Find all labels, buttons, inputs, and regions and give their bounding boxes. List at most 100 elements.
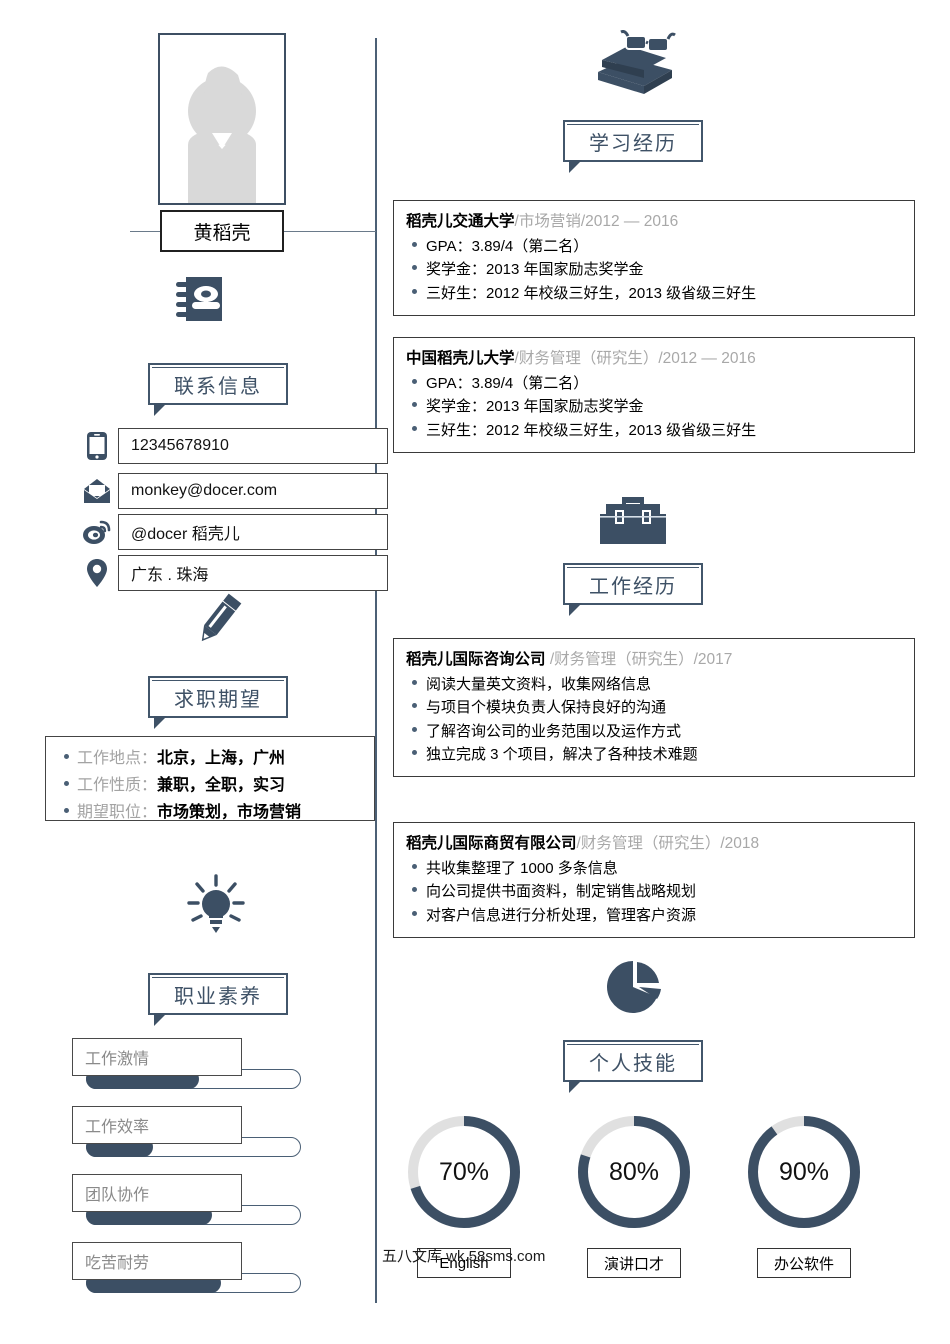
expectation-item: 工作性质： 兼职，全职，实习 — [64, 771, 374, 795]
skill-percent: 70% — [438, 1157, 490, 1186]
work-bullet: 与项目个模块负责人保持良好的沟通 — [406, 696, 902, 719]
bullet-dot — [412, 242, 417, 247]
education-bullet: GPA：3.89/4（第二名） — [406, 235, 902, 258]
section-heading-education: 学习经历 — [563, 120, 703, 173]
education-org: 中国稻壳儿大学 — [406, 350, 515, 367]
work-entry: 稻壳儿国际咨询公司 /财务管理（研究生）/2017 阅读大量英文资料，收集网络信… — [393, 638, 915, 777]
skill-percent: 90% — [778, 1157, 830, 1186]
section-heading-work: 工作经历 — [563, 563, 703, 616]
contact-value-weibo: @docer 稻壳儿 — [118, 514, 388, 550]
bullet-dot — [412, 425, 417, 431]
education-bullet-text: 三好生：2012 年校级三好生，2013 级省级三好生 — [426, 284, 757, 302]
work-org: 稻壳儿国际咨询公司 — [406, 651, 546, 668]
bullet-dot — [64, 781, 69, 786]
contact-value-email: monkey@docer.com — [118, 473, 388, 509]
bullet-dot — [64, 754, 69, 759]
work-bullet-text: 向公司提供书面资料，制定销售战略规划 — [426, 883, 697, 901]
work-bullet: 了解咨询公司的业务范围以及运作方式 — [406, 720, 902, 743]
skill-donut: 80% — [574, 1112, 694, 1232]
bullet-dot — [412, 379, 417, 384]
bullet-dot — [412, 910, 417, 916]
contact-item-location[interactable]: 广东 . 珠海 — [82, 555, 388, 591]
education-org: 稻壳儿交通大学 — [406, 213, 515, 230]
bullet-dot — [412, 864, 417, 869]
expectation-key: 工作性质： — [77, 777, 158, 794]
expectation-item: 工作地点： 北京，上海，广州 — [64, 744, 374, 768]
resume-page: 黄稻壳 联系信息 12345678910 monkey@docer.com @d… — [0, 0, 950, 1344]
bullet-dot — [412, 402, 417, 408]
education-bullet: 三好生：2012 年校级三好生，2013 级省级三好生 — [406, 419, 902, 442]
column-divider — [375, 38, 377, 1303]
education-bullet: 奖学金：2013 年国家励志奖学金 — [406, 395, 902, 418]
bullet-dot — [64, 808, 69, 813]
bullet-dot — [412, 265, 417, 271]
bullet-dot — [412, 726, 417, 732]
lightbulb-icon — [182, 872, 250, 947]
expectation-value: 兼职，全职，实习 — [157, 777, 286, 794]
contact-item-phone[interactable]: 12345678910 — [82, 428, 388, 464]
skill-percent: 80% — [608, 1157, 660, 1186]
mobile-phone-icon — [82, 431, 112, 461]
envelope-icon — [82, 476, 112, 506]
profile-photo — [158, 33, 286, 205]
contact-item-weibo[interactable]: @docer 稻壳儿 — [82, 514, 388, 550]
quality-label: 吃苦耐劳 — [72, 1242, 242, 1280]
location-pin-icon — [82, 558, 112, 588]
books-glasses-icon — [592, 30, 678, 101]
education-entry: 中国稻壳儿大学/财务管理（研究生）/2012 — 2016 GPA：3.89/4… — [393, 337, 915, 453]
contact-value-phone: 12345678910 — [118, 428, 388, 464]
work-bullet: 向公司提供书面资料，制定销售战略规划 — [406, 880, 902, 903]
work-bullet-text: 对客户信息进行分析处理，管理客户资源 — [426, 906, 697, 924]
bullet-dot — [412, 680, 417, 685]
phone-book-icon — [171, 270, 229, 333]
expectation-key: 期望职位： — [77, 804, 158, 821]
work-entry-title: 稻壳儿国际咨询公司 /财务管理（研究生）/2017 — [406, 647, 902, 669]
work-bullet: 对客户信息进行分析处理，管理客户资源 — [406, 904, 902, 927]
work-bullet: 共收集整理了 1000 多条信息 — [406, 857, 902, 880]
work-bullet-text: 独立完成 3 个项目，解决了各种技术难题 — [426, 745, 698, 763]
skill-donut: 70% — [404, 1112, 524, 1232]
skill-donut: 90% — [744, 1112, 864, 1232]
quality-item: 吃苦耐劳 — [72, 1242, 301, 1293]
expectation-list: 工作地点： 北京，上海，广州 工作性质： 兼职，全职，实习 期望职位： 市场策划… — [45, 736, 375, 821]
expectation-key: 工作地点： — [77, 750, 158, 767]
profile-name: 黄稻壳 — [160, 210, 284, 252]
section-heading-qualities: 职业素养 — [148, 973, 288, 1026]
expectation-value: 北京，上海，广州 — [157, 750, 286, 767]
quality-item: 团队协作 — [72, 1174, 301, 1225]
quality-label: 工作效率 — [72, 1106, 242, 1144]
education-bullet: 三好生：2012 年校级三好生，2013 级省级三好生 — [406, 282, 902, 305]
expectation-value: 市场策划，市场营销 — [157, 804, 302, 821]
work-meta: /财务管理（研究生）/2017 — [545, 651, 733, 668]
name-rule-right — [284, 231, 376, 232]
bullet-dot — [412, 288, 417, 294]
section-heading-skills: 个人技能 — [563, 1040, 703, 1093]
quality-label: 团队协作 — [72, 1174, 242, 1212]
briefcase-icon — [596, 495, 670, 560]
contact-item-email[interactable]: monkey@docer.com — [82, 473, 388, 509]
work-bullet-text: 阅读大量英文资料，收集网络信息 — [426, 676, 652, 693]
education-bullet: 奖学金：2013 年国家励志奖学金 — [406, 258, 902, 281]
quality-label: 工作激情 — [72, 1038, 242, 1076]
education-bullet: GPA：3.89/4（第二名） — [406, 372, 902, 395]
education-entry: 稻壳儿交通大学/市场营销/2012 — 2016 GPA：3.89/4（第二名）… — [393, 200, 915, 316]
skill-label: 办公软件 — [757, 1248, 851, 1278]
quality-item: 工作效率 — [72, 1106, 301, 1157]
work-entry: 稻壳儿国际商贸有限公司/财务管理（研究生）/2018 共收集整理了 1000 多… — [393, 822, 915, 938]
education-bullet-text: GPA：3.89/4（第二名） — [426, 238, 589, 255]
weibo-icon — [82, 517, 112, 547]
section-heading-expectation: 求职期望 — [148, 676, 288, 729]
work-bullet-text: 共收集整理了 1000 多条信息 — [426, 860, 618, 877]
education-entry-title: 稻壳儿交通大学/市场营销/2012 — 2016 — [406, 209, 902, 231]
work-bullet-text: 了解咨询公司的业务范围以及运作方式 — [426, 722, 682, 740]
education-entry-title: 中国稻壳儿大学/财务管理（研究生）/2012 — 2016 — [406, 346, 902, 368]
work-org: 稻壳儿国际商贸有限公司 — [406, 835, 577, 852]
name-rule-left — [130, 231, 162, 232]
section-heading-contact: 联系信息 — [148, 363, 288, 416]
work-bullet-text: 与项目个模块负责人保持良好的沟通 — [426, 699, 667, 717]
education-bullet-text: GPA：3.89/4（第二名） — [426, 375, 589, 392]
contact-value-location: 广东 . 珠海 — [118, 555, 388, 591]
work-meta: /财务管理（研究生）/2018 — [576, 835, 760, 852]
education-bullet-text: 奖学金：2013 年国家励志奖学金 — [426, 398, 644, 416]
bullet-dot — [412, 703, 417, 709]
